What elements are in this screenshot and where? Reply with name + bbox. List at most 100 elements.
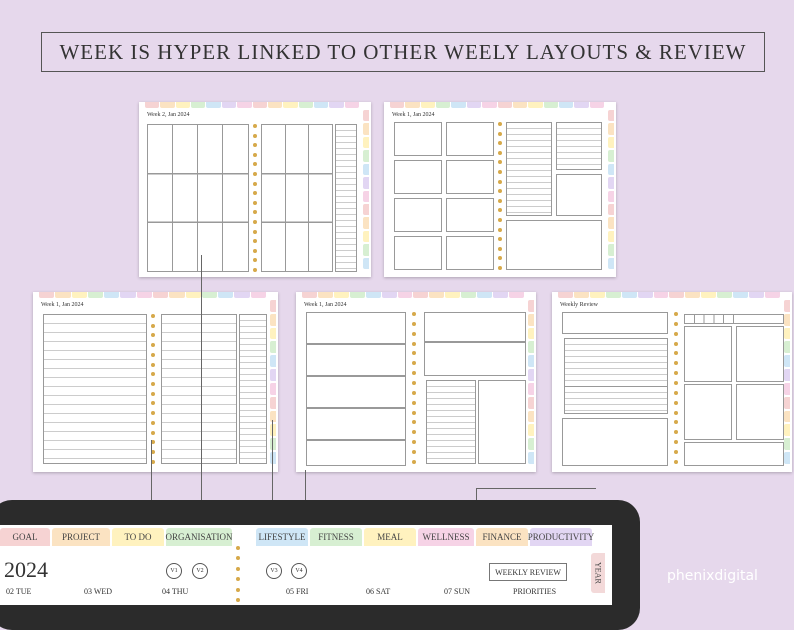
tab-goal[interactable]: GOAL [0,528,50,546]
weekly-review-page[interactable]: Weekly Review [552,292,792,472]
week1-boxes-page[interactable]: Week 1, Jan 2024 [384,102,616,277]
day-columns-left [147,124,249,272]
link-v2-button[interactable]: V2 [192,563,208,579]
day-header: 06 SAT [366,587,391,596]
mini-side-tab [270,369,276,381]
day-box [394,236,442,270]
mini-side-tab [784,327,790,340]
mini-tab [512,102,528,108]
week1-hourly-page[interactable]: Week 1, Jan 2024 [33,292,278,472]
mini-side-tab [363,110,369,122]
mini-side-tab [784,313,790,326]
mini-side-tab [363,136,369,149]
day-row [306,376,406,408]
mini-side-tab [784,382,790,395]
day-box [446,198,494,232]
mini-tab [574,102,589,108]
mini-side-tab [528,396,534,409]
mini-tab [234,292,250,298]
tab-fitness[interactable]: FITNESS [310,528,362,546]
mini-side-tab [363,257,369,270]
tab-productivity[interactable]: PRODUCTIVITY [528,528,594,546]
mini-tab [169,292,185,298]
mini-tab [589,292,605,298]
week1-horizontal-page[interactable]: Week 1, Jan 2024 [296,292,536,472]
mini-side-tab [363,163,369,176]
spiral-binding [674,312,678,464]
week2-vertical-page[interactable]: Week 2, Jan 2024 [139,102,371,277]
tab-finance[interactable]: FINANCE [476,528,528,546]
mini-side-tab [608,203,614,216]
day-row [306,344,406,376]
tablet-tabs-right: LIFESTYLE FITNESS MEAL WELLNESS FINANCE … [256,528,594,546]
day-box [446,160,494,194]
tab-year[interactable]: YEAR [591,553,605,593]
link-v3-button[interactable]: V3 [266,563,282,579]
mini-side-tab [608,230,614,243]
link-v1-button[interactable]: V1 [166,563,182,579]
link-v4-button[interactable]: V4 [291,563,307,579]
mini-side-tab [363,230,369,243]
page-tabs [390,102,605,108]
day-header: 05 FRI [286,587,309,596]
page-title: Weekly Review [560,302,599,308]
mini-tab [482,102,497,108]
mini-side-tab [784,300,790,312]
mini-side-tab [784,424,790,437]
mini-side-tab [363,150,369,162]
tab-organisation[interactable]: ORGANISATION [166,528,233,546]
headline: WEEK IS HYPER LINKED TO OTHER WEELY LAYO… [41,32,765,72]
day-header: 04 THU [162,587,189,596]
link-line [476,488,596,489]
mini-side-tab [270,355,276,368]
mini-tab [508,292,524,298]
mini-tab [313,102,329,108]
priorities-lines [506,122,552,216]
tab-lifestyle[interactable]: LIFESTYLE [256,528,308,546]
mini-tab [317,292,333,298]
mini-side-tab [270,424,276,437]
mini-tab [558,102,574,108]
brand-watermark: phenixdigital [667,568,758,584]
mini-tab [175,102,191,108]
mini-tab [237,102,252,108]
mini-tab [413,292,429,298]
mini-tab [252,102,267,108]
mini-side-tab [608,136,614,149]
mini-side-tab [270,382,276,395]
weekly-review-button[interactable]: WEEKLY REVIEW [489,563,567,581]
day-box [446,122,494,156]
page-tabs [558,292,780,298]
mini-tab [250,292,266,298]
mini-side-tab [528,313,534,326]
mini-tab [621,292,637,298]
hourly-grid-left [43,314,147,464]
mini-tab [493,292,508,298]
review-box [684,326,732,382]
mini-tab [653,292,669,298]
page-title: Week 2, Jan 2024 [147,112,190,118]
tab-todo[interactable]: TO DO [112,528,164,546]
notes-box [478,380,526,464]
mini-side-tab [363,203,369,216]
tablet-spiral [236,546,240,602]
mini-side-tab [528,341,534,354]
tab-wellness[interactable]: WELLNESS [418,528,474,546]
mini-side-tab [363,217,369,229]
mini-tab [267,102,283,108]
mini-tab [349,292,365,298]
mini-tab [466,102,482,108]
mini-tab [589,102,605,108]
mini-side-tab [270,313,276,326]
tablet-tabs-left: GOAL PROJECT TO DO ORGANISATION [0,528,233,546]
mini-tab [764,292,780,298]
review-box [684,442,784,466]
day-box [394,160,442,194]
notes-box [506,220,602,270]
tab-project[interactable]: PROJECT [52,528,110,546]
mini-side-tab [528,382,534,395]
mini-tab [749,292,764,298]
mini-side-tab [784,396,790,409]
tab-meal[interactable]: MEAL [364,528,416,546]
mini-tab [381,292,397,298]
